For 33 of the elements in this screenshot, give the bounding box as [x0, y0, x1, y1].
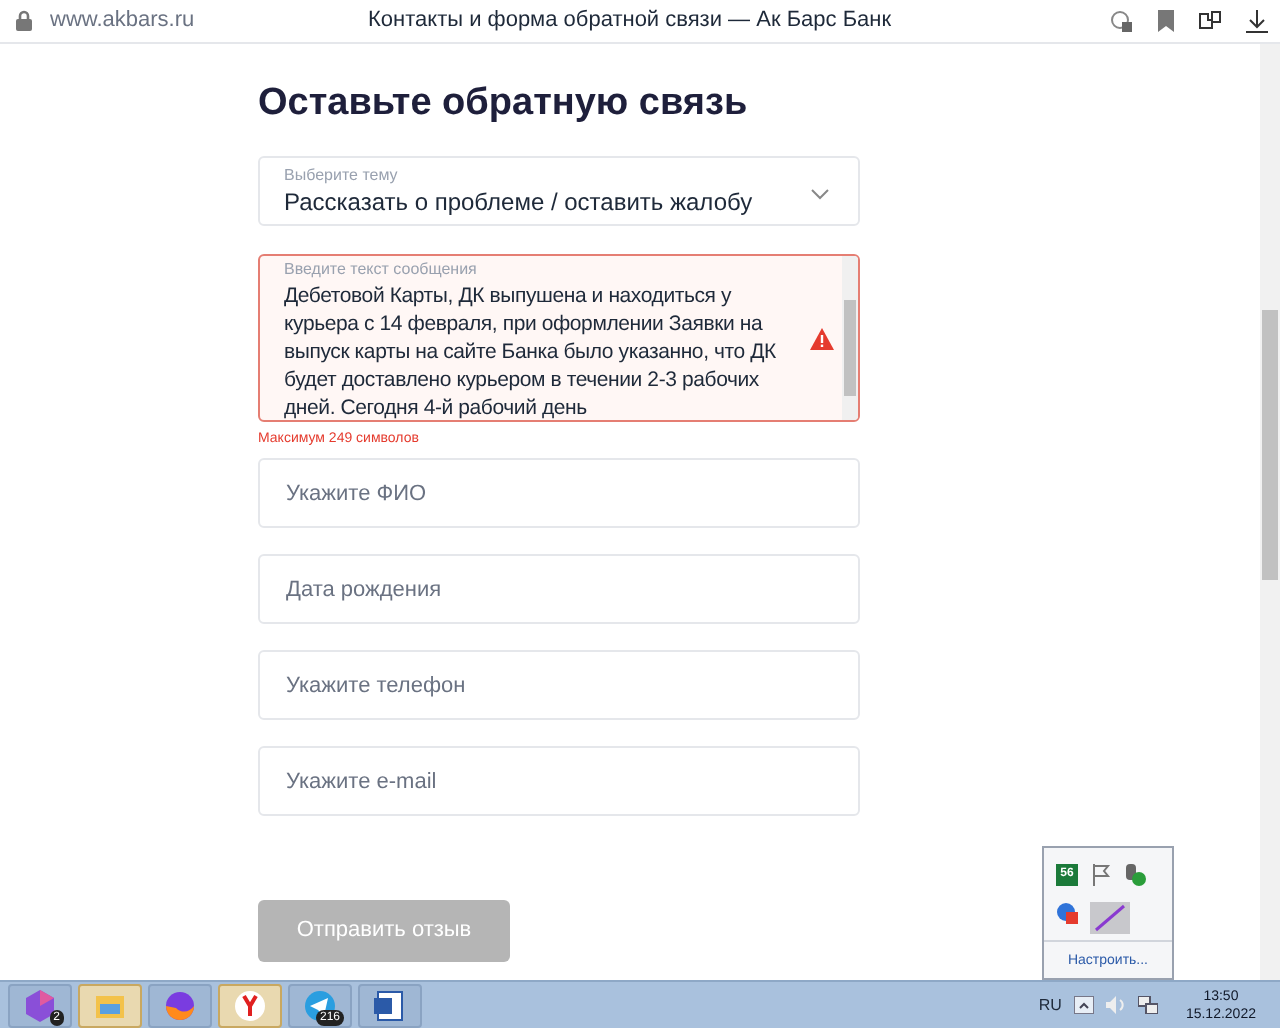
bookmark-icon[interactable] — [1158, 10, 1174, 32]
flag-icon[interactable] — [1090, 864, 1112, 886]
topic-select[interactable]: Выберите тему Рассказать о проблеме / оставить жалобу — [258, 156, 860, 226]
network-icon[interactable] — [1137, 996, 1158, 1014]
taskbar-app-button[interactable] — [148, 983, 212, 1027]
language-indicator[interactable]: RU — [1038, 993, 1062, 1017]
show-hidden-icons-icon[interactable] — [1073, 996, 1094, 1014]
taskbar-app-button[interactable] — [218, 983, 282, 1027]
pen-icon[interactable] — [1090, 902, 1130, 934]
page-title: Контакты и форма обратной связи — Ак Барс Банк — [368, 6, 892, 37]
textarea-scrollbar[interactable] — [842, 256, 858, 420]
security-check-icon[interactable] — [1124, 864, 1146, 886]
text-field[interactable]: Укажите e-mail — [258, 746, 860, 816]
extensions-icon[interactable] — [1198, 9, 1222, 33]
yandex-icon — [232, 987, 268, 1023]
message-textarea[interactable] — [258, 254, 860, 422]
topic-value: Рассказать о проблеме / оставить жалобу — [284, 186, 755, 218]
text-field[interactable]: Укажите ФИО — [258, 458, 860, 528]
text-field[interactable]: Дата рождения — [258, 554, 860, 624]
chevron-down-icon — [810, 188, 830, 200]
taskbar-app-button[interactable] — [358, 983, 422, 1027]
page-scrollbar[interactable] — [1260, 44, 1280, 980]
text-field[interactable]: Укажите телефон — [258, 650, 860, 720]
message-label: Введите текст сообщения — [284, 260, 479, 280]
gem-icon — [22, 987, 58, 1023]
message-text: Дебетовой Карты, ДК выпушена и находиться у курьера с 14 февраля, при оформлении Заявки на выпуск карты на сайте Банка было указанно, что ДК будет доставлено курьером в течении 2-3 рабочих дней. Сегодня 4-й рабочий день — [284, 282, 778, 420]
address-text[interactable]: www.akbars.ru — [50, 4, 195, 38]
word-icon — [372, 987, 408, 1023]
warning-icon — [810, 328, 834, 350]
topic-label: Выберите тему — [284, 166, 400, 186]
form-heading: Оставьте обратную связь — [258, 80, 750, 128]
lock-icon — [14, 10, 34, 32]
download-icon[interactable] — [1246, 9, 1268, 33]
